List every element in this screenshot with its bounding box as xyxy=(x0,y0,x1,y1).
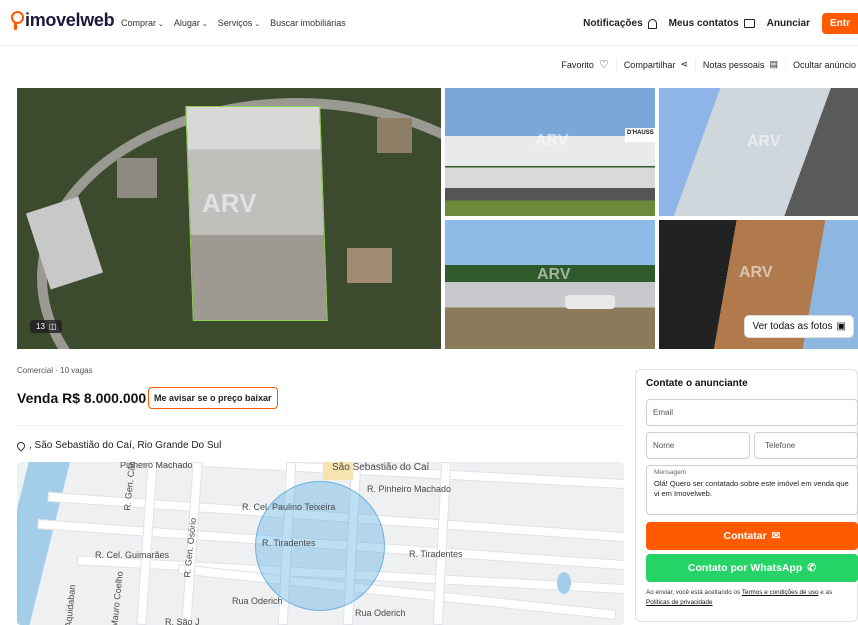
main-photo[interactable]: ARV 13 ◫ xyxy=(17,88,441,349)
legal-prefix: Ao enviar, você está aceitando os xyxy=(646,589,742,596)
whatsapp-button[interactable]: Contato por WhatsApp ✆ xyxy=(646,554,858,582)
nav-servicos[interactable]: Serviços ⌄ xyxy=(218,18,260,28)
building-shape xyxy=(377,118,412,153)
lake-shape xyxy=(557,572,571,594)
contact-button-label: Contatar xyxy=(723,530,767,542)
divider xyxy=(17,425,624,426)
bell-icon xyxy=(647,18,657,29)
notes-label: Notas pessoais xyxy=(702,59,765,70)
location-pin-icon xyxy=(15,439,27,452)
location-text: , São Sebastião do Caí, Rio Grande Do Su… xyxy=(29,440,222,451)
watermark: ARV xyxy=(535,132,569,149)
notifications-label: Notificações xyxy=(583,18,643,29)
name-field[interactable]: Nome xyxy=(646,432,750,459)
whatsapp-icon: ✆ xyxy=(807,562,817,574)
contact-button[interactable]: Contatar ✉ xyxy=(646,522,858,550)
contact-title: Contate o anunciante xyxy=(646,378,748,389)
map-label: Aquidaban xyxy=(63,584,78,625)
photo-count: 13 xyxy=(36,322,45,331)
legal-text: Ao enviar, você está aceitando os Termos… xyxy=(646,588,856,608)
share-label: Compartilhar xyxy=(623,59,676,70)
river-shape xyxy=(17,462,71,625)
logo-pin-icon xyxy=(10,10,24,31)
map-label: Rua Oderich xyxy=(232,596,283,606)
nav-comprar[interactable]: Comprar ⌄ xyxy=(121,18,164,28)
watermark: ARV xyxy=(747,133,781,150)
favorite-label: Favorito xyxy=(561,59,594,70)
whatsapp-button-label: Contato por WhatsApp xyxy=(687,562,803,574)
listing-subtitle: Comercial · 10 vagas xyxy=(17,366,93,375)
email-placeholder: Email xyxy=(653,408,674,417)
map-label: R. São J xyxy=(165,617,200,625)
imovelweb-logo[interactable]: imovelweb xyxy=(10,10,115,31)
watermark: ARV xyxy=(739,264,773,281)
chevron-down-icon: ⌄ xyxy=(254,21,261,28)
price-alert-button[interactable]: Me avisar se o preço baixar xyxy=(148,387,278,409)
top-header: imovelweb Comprar ⌄ Alugar ⌄ Serviços ⌄ Bus… xyxy=(0,0,858,46)
phone-field[interactable]: Telefone xyxy=(754,432,858,459)
privacy-link[interactable]: Políticas de privacidade xyxy=(646,599,713,606)
listing-location: , São Sebastião do Caí, Rio Grande Do Su… xyxy=(15,439,222,452)
watermark: ARV xyxy=(202,188,257,218)
photo-counter[interactable]: 13 ◫ xyxy=(30,320,63,333)
share-icon: ⋖ xyxy=(680,59,688,69)
street xyxy=(136,462,158,625)
photo-thumbnail-4[interactable]: ARV Ver todas as fotos ▣ xyxy=(659,220,858,349)
location-map[interactable]: Pinheiro Machado São Sebastião do Caí R.… xyxy=(17,462,624,625)
chevron-down-icon: ⌄ xyxy=(201,21,208,28)
photo-thumbnail-2[interactable]: ARV xyxy=(659,88,858,216)
message-field[interactable]: Mensagem Olá! Quero ser contatado sobre … xyxy=(646,465,858,515)
share-button[interactable]: Compartilhar ⋖ xyxy=(617,58,696,71)
favorite-button[interactable]: Favorito ♡ xyxy=(554,58,617,71)
logo-text: imovelweb xyxy=(25,10,115,30)
legal-and: e as xyxy=(818,589,833,596)
login-button[interactable]: Entr xyxy=(822,13,858,34)
nav-buscar-imobiliarias[interactable]: Buscar imobiliárias xyxy=(270,18,346,28)
email-field[interactable]: Email xyxy=(646,399,858,426)
map-label: São Sebastião do Caí xyxy=(332,462,430,473)
see-all-photos-button[interactable]: Ver todas as fotos ▣ xyxy=(744,315,854,338)
photo-thumbnail-1[interactable]: D'HAUSS ARV xyxy=(445,88,655,216)
notifications-button[interactable]: Notificações xyxy=(583,18,657,29)
listing-actions: Favorito ♡ Compartilhar ⋖ Notas pessoais ▤ … xyxy=(554,58,858,71)
message-text: Olá! Quero ser contatado sobre este imóv… xyxy=(654,479,849,498)
map-label: R. Tiradentes xyxy=(262,538,316,548)
building-shape xyxy=(347,248,392,283)
cars-shape xyxy=(565,295,615,309)
notes-icon: ▤ xyxy=(769,59,778,69)
chevron-down-icon: ⌄ xyxy=(158,21,164,28)
listing-price: Venda R$ 8.000.000 xyxy=(17,390,147,406)
see-all-label: Ver todas as fotos xyxy=(752,321,833,332)
photo-thumbnail-3[interactable]: ARV xyxy=(445,220,655,349)
header-actions: Notificações Meus contatos Anunciar Entr xyxy=(583,13,858,34)
chat-icon xyxy=(743,19,755,28)
nav-alugar[interactable]: Alugar ⌄ xyxy=(174,18,208,28)
personal-notes-button[interactable]: Notas pessoais ▤ xyxy=(696,58,786,71)
gallery-icon: ▣ xyxy=(836,321,846,332)
map-label: R. Cel. Guimarães xyxy=(95,550,170,560)
heart-icon: ♡ xyxy=(598,59,609,71)
message-label: Mensagem xyxy=(654,469,687,476)
mail-icon: ✉ xyxy=(771,530,781,542)
phone-placeholder: Telefone xyxy=(765,441,796,450)
my-contacts-label: Meus contatos xyxy=(668,18,739,29)
my-contacts-button[interactable]: Meus contatos xyxy=(669,18,755,29)
store-sign: D'HAUSS xyxy=(625,128,655,142)
terms-link[interactable]: Termos e condições de uso xyxy=(742,589,819,596)
announce-link[interactable]: Anunciar xyxy=(767,18,810,29)
hide-listing-button[interactable]: Ocultar anúncio xyxy=(786,58,858,71)
map-label: R. Tiradentes xyxy=(409,549,463,559)
watermark: ARV xyxy=(537,266,571,283)
building-shape xyxy=(117,158,157,198)
map-label: Mauro Coelho xyxy=(109,570,125,625)
map-label: R. Pinheiro Machado xyxy=(367,484,452,494)
map-label: Rua Oderich xyxy=(355,608,406,618)
main-nav: Comprar ⌄ Alugar ⌄ Serviços ⌄ Buscar imobil… xyxy=(121,18,346,28)
name-placeholder: Nome xyxy=(653,441,675,450)
camera-icon: ◫ xyxy=(48,322,57,331)
map-label: R. Cel. Paulino Teixeira xyxy=(242,502,336,512)
contact-card: Contate o anunciante Email Nome Telefone… xyxy=(635,369,858,622)
